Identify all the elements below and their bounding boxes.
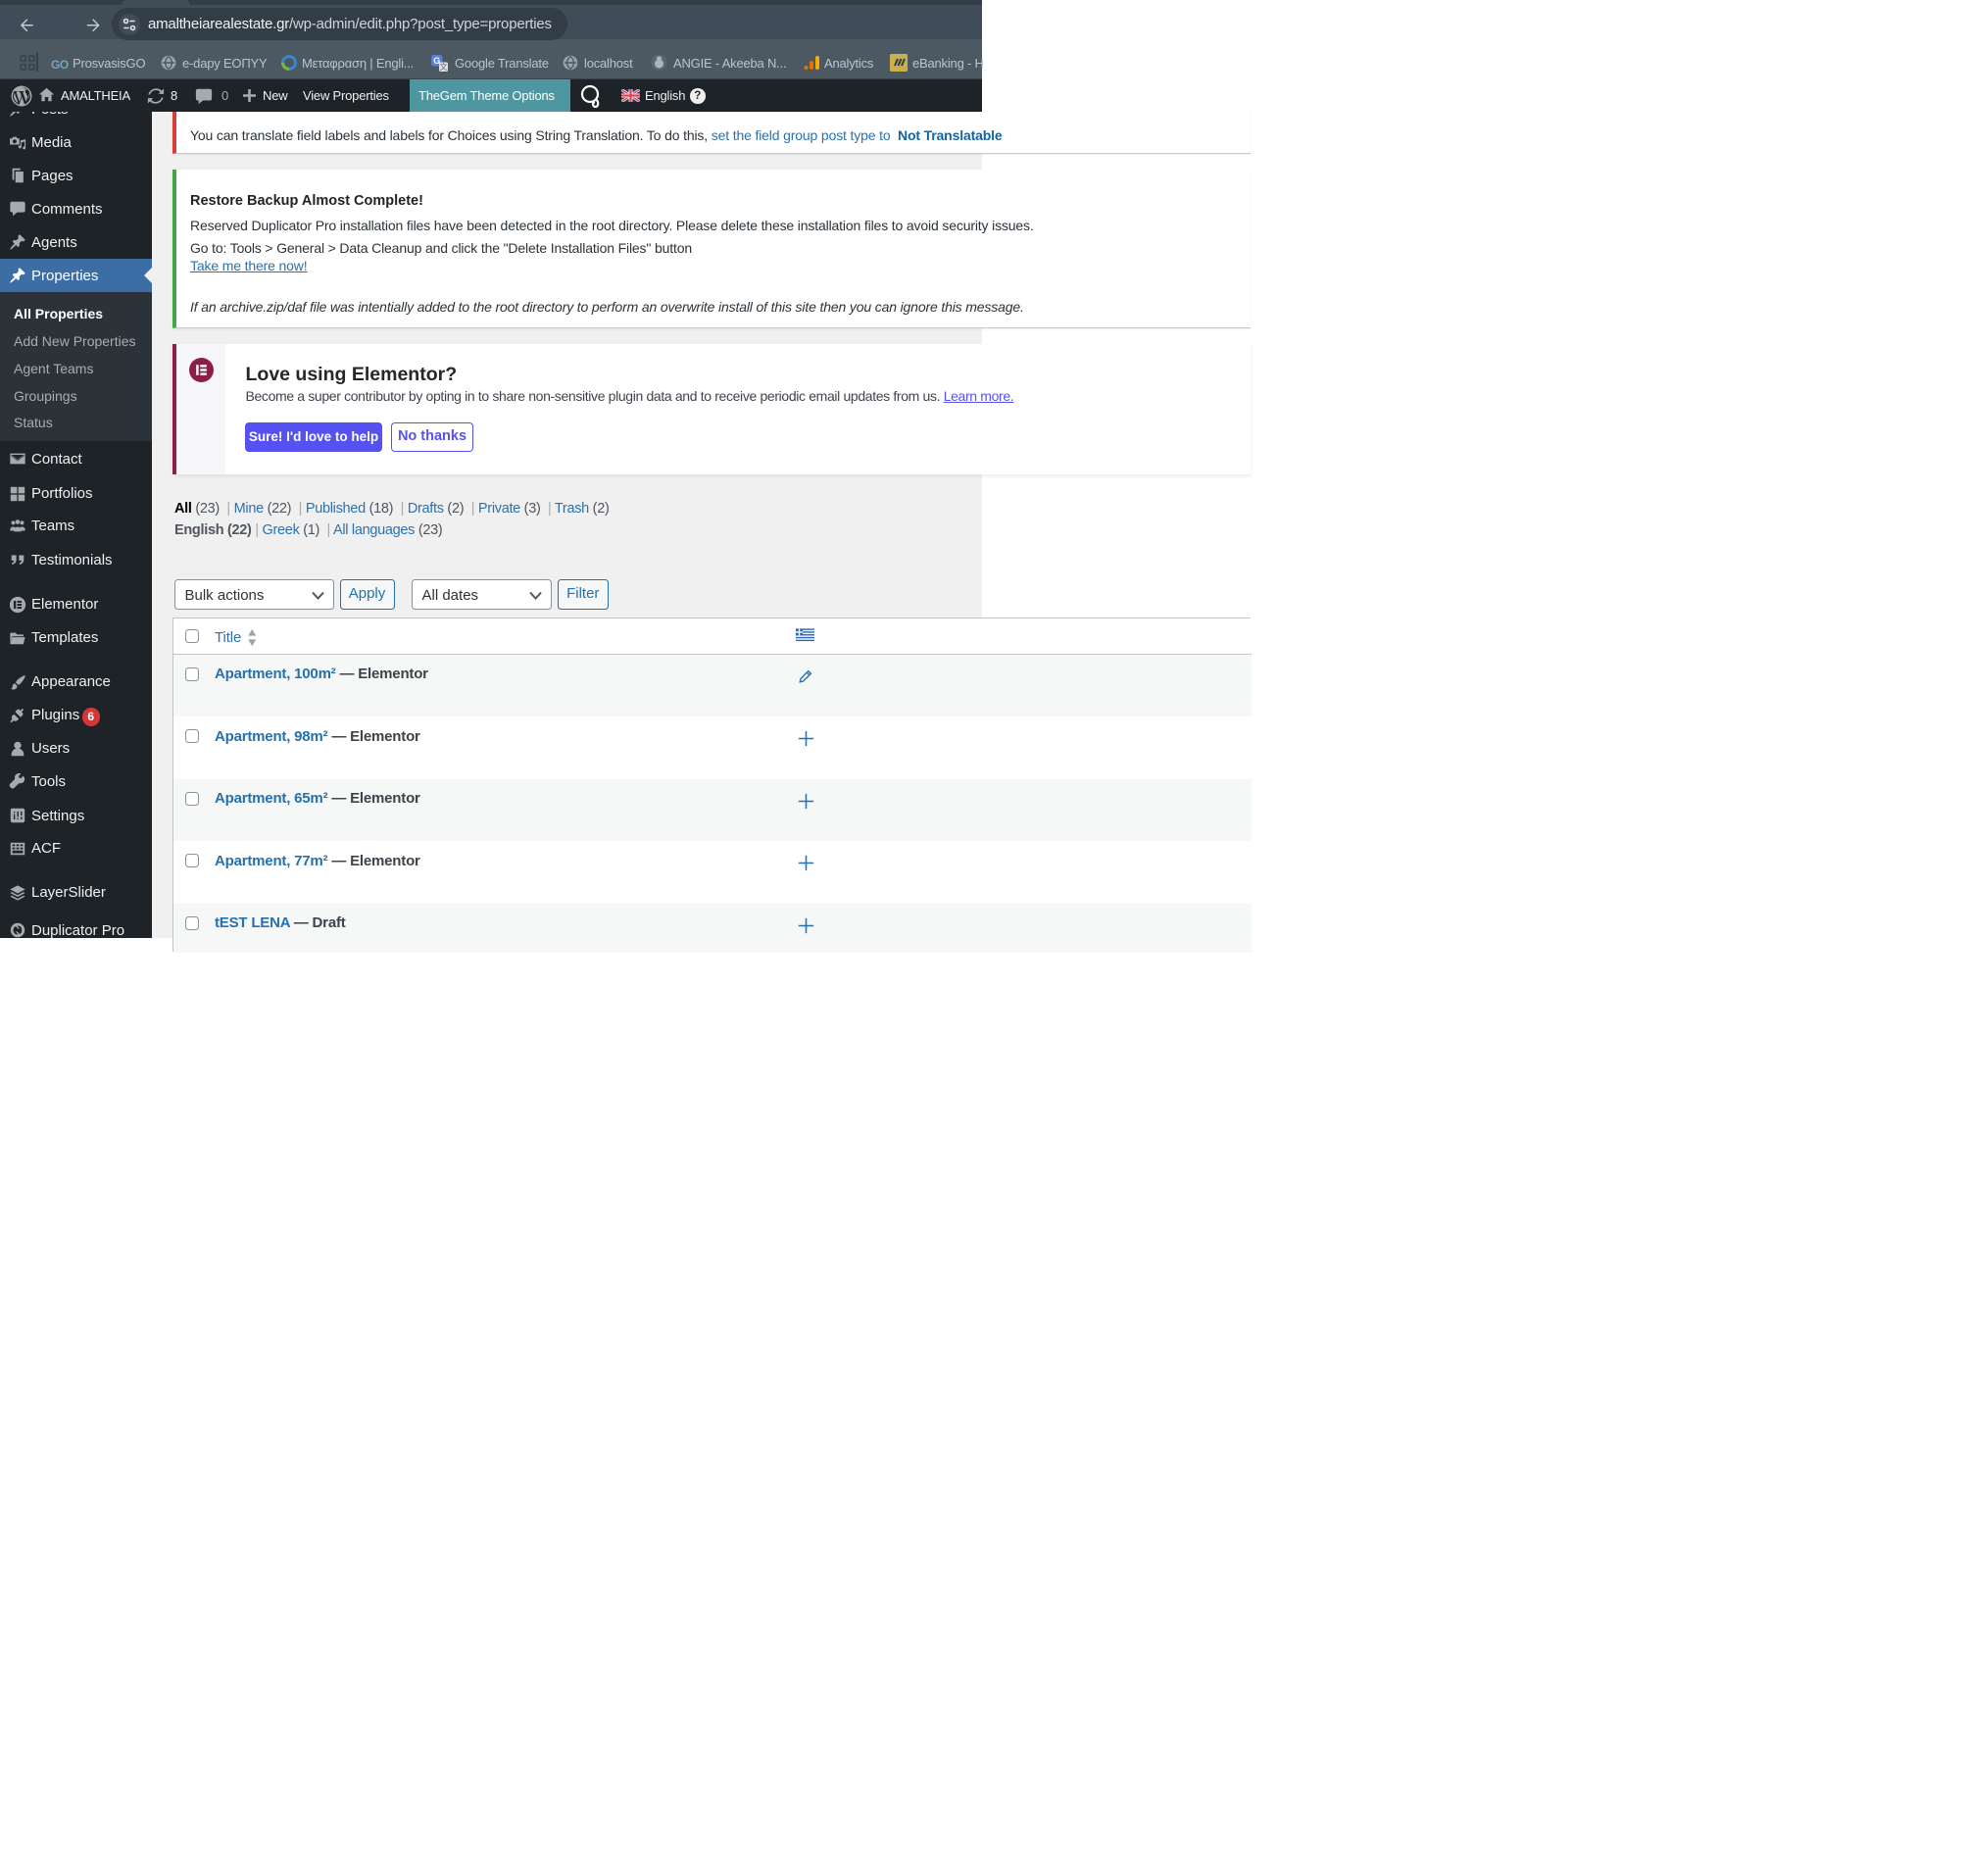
svg-text:文: 文 [440, 62, 448, 72]
